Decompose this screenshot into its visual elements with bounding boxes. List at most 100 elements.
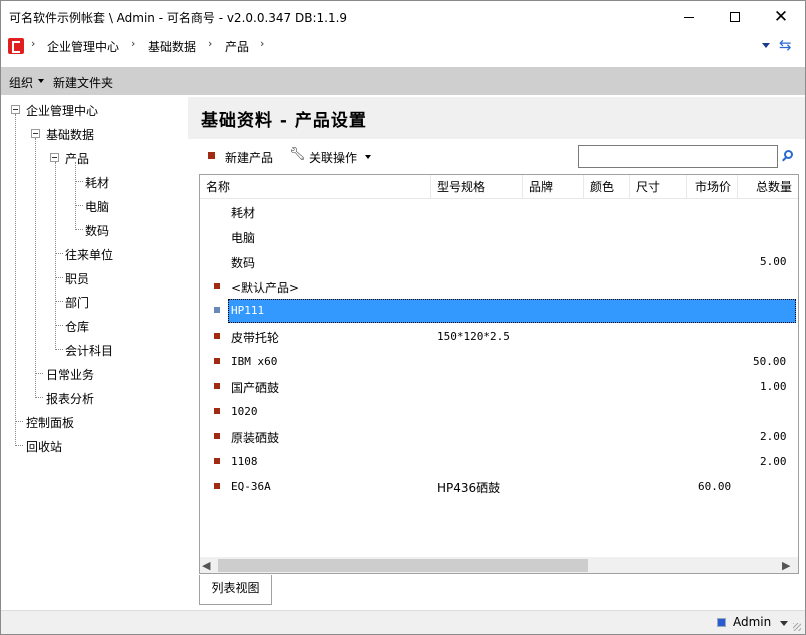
chevron-right-icon[interactable]: › (131, 37, 135, 50)
related-ops-button[interactable]: 关联操作 (309, 149, 357, 166)
cell-name: 数码 (231, 256, 256, 270)
table-row[interactable]: 耗材 (200, 199, 798, 224)
new-product-button[interactable]: 新建产品 (225, 149, 273, 166)
tree-node-staff[interactable]: 职员 (65, 270, 89, 287)
tree-node-consumables[interactable]: 耗材 (85, 174, 109, 191)
search-input[interactable] (578, 145, 778, 168)
new-folder-button[interactable]: 新建文件夹 (53, 74, 113, 91)
tree-node-department[interactable]: 部门 (65, 294, 89, 311)
minimize-button[interactable] (666, 1, 712, 33)
tree-guide (15, 114, 16, 446)
tree-node-control-panel[interactable]: 控制面板 (26, 414, 74, 431)
tree-node-daily[interactable]: 日常业务 (46, 366, 94, 383)
scroll-right-icon[interactable]: ▶ (782, 559, 790, 572)
product-icon (214, 458, 220, 464)
new-product-icon[interactable] (208, 152, 215, 159)
chevron-right-icon[interactable]: › (208, 37, 212, 50)
product-icon (214, 433, 220, 439)
table-row[interactable]: 电脑 (200, 224, 798, 249)
cell-name: 1108 (231, 455, 258, 468)
cell-spec: HP436硒鼓 (437, 481, 501, 495)
app-logo-icon (8, 38, 24, 54)
tab-list-view[interactable]: 列表视图 (199, 575, 272, 605)
cell-qty: 50.00 (753, 355, 787, 368)
toolbar: 组织 新建文件夹 (1, 67, 805, 95)
tree-node-accounts[interactable]: 会计科目 (65, 342, 113, 359)
tree-node-warehouse[interactable]: 仓库 (65, 318, 89, 335)
collapse-icon[interactable] (31, 129, 40, 138)
product-icon (214, 483, 220, 489)
table-row-selected[interactable]: HP111 (200, 298, 798, 323)
table-row[interactable]: 1020 (200, 399, 798, 424)
scrollbar-thumb[interactable] (218, 559, 588, 572)
caret-down-icon[interactable] (365, 155, 371, 159)
wrench-icon[interactable]: 🔧︎ (289, 147, 306, 162)
status-user[interactable]: Admin (733, 615, 771, 629)
table-row[interactable]: 皮带托轮 150*120*2.5 (200, 324, 798, 349)
column-header-color[interactable]: 颜色 (584, 175, 630, 199)
cell-name: EQ-36A (231, 480, 271, 493)
action-bar: 新建产品 🔧︎ 关联操作 (199, 141, 799, 173)
grid-header: 名称 型号规格 品牌 颜色 尺寸 市场价 总数量 (200, 175, 798, 199)
search-icon[interactable] (784, 150, 793, 159)
cell-name: <默认产品> (231, 281, 300, 295)
cell-name: IBM x60 (231, 355, 278, 368)
collapse-icon[interactable] (11, 105, 20, 114)
title-bar: 可名软件示例帐套 \ Admin - 可名商号 - v2.0.0.347 DB:… (1, 1, 805, 33)
collapse-icon[interactable] (50, 153, 59, 162)
organize-menu[interactable]: 组织 (9, 74, 33, 91)
scroll-left-icon[interactable]: ◀ (202, 559, 210, 572)
tree-node-basic[interactable]: 基础数据 (46, 126, 94, 143)
breadcrumb-item-product[interactable]: 产品 (225, 38, 249, 55)
table-row[interactable]: 原装硒鼓 2.00 (200, 424, 798, 449)
tree-node-reports[interactable]: 报表分析 (46, 390, 94, 407)
breadcrumb-item-center[interactable]: 企业管理中心 (47, 38, 119, 55)
tree-guide (55, 253, 63, 254)
table-row[interactable]: <默认产品> (200, 274, 798, 299)
tree-guide (15, 445, 23, 446)
cell-qty: 1.00 (760, 380, 787, 393)
caret-down-icon[interactable] (780, 621, 788, 626)
window-title: 可名软件示例帐套 \ Admin - 可名商号 - v2.0.0.347 DB:… (9, 11, 348, 25)
column-header-qty[interactable]: 总数量 (738, 175, 798, 199)
cell-name: HP111 (231, 304, 265, 317)
horizontal-scrollbar[interactable]: ◀ ▶ (200, 557, 798, 573)
column-header-name[interactable]: 名称 (200, 175, 431, 199)
tree-node-partners[interactable]: 往来单位 (65, 246, 113, 263)
tree-guide (55, 162, 56, 350)
address-dropdown-icon[interactable] (762, 43, 770, 48)
column-header-brand[interactable]: 品牌 (523, 175, 584, 199)
breadcrumb: › 企业管理中心 › 基础数据 › 产品 › ⇆ (1, 33, 805, 59)
tree-node-product[interactable]: 产品 (65, 150, 89, 167)
table-row[interactable]: IBM x60 50.00 (200, 349, 798, 374)
tree-guide (55, 301, 63, 302)
maximize-button[interactable] (712, 1, 758, 33)
table-row[interactable]: 国产硒鼓 1.00 (200, 374, 798, 399)
table-row[interactable]: 1108 2.00 (200, 449, 798, 474)
column-header-price[interactable]: 市场价 (687, 175, 738, 199)
caret-down-icon[interactable] (38, 79, 44, 83)
tree-guide (35, 373, 43, 374)
column-header-spec[interactable]: 型号规格 (431, 175, 523, 199)
close-button[interactable]: ✕ (758, 1, 804, 33)
cell-name: 1020 (231, 405, 258, 418)
tree-guide (35, 397, 43, 398)
resize-grip-icon[interactable] (793, 623, 801, 631)
chevron-right-icon[interactable]: › (31, 37, 35, 50)
page-title: 基础资料 - 产品设置 (201, 111, 367, 131)
chevron-right-icon[interactable]: › (260, 37, 264, 50)
tree-node-root[interactable]: 企业管理中心 (26, 102, 98, 119)
breadcrumb-item-basic[interactable]: 基础数据 (148, 38, 196, 55)
tree-node-computer[interactable]: 电脑 (85, 198, 109, 215)
column-header-size[interactable]: 尺寸 (630, 175, 687, 199)
table-row[interactable]: 数码 5.00 (200, 249, 798, 274)
tree-node-digital[interactable]: 数码 (85, 222, 109, 239)
tree-node-recycle[interactable]: 回收站 (26, 438, 62, 455)
app-window: 可名软件示例帐套 \ Admin - 可名商号 - v2.0.0.347 DB:… (0, 0, 806, 635)
product-icon (214, 408, 220, 414)
cell-name: 耗材 (231, 206, 256, 220)
refresh-icon[interactable]: ⇆ (779, 36, 792, 54)
table-row[interactable]: EQ-36A HP436硒鼓 60.00 (200, 474, 798, 499)
tree-guide (75, 205, 83, 206)
tree-guide (75, 162, 76, 230)
